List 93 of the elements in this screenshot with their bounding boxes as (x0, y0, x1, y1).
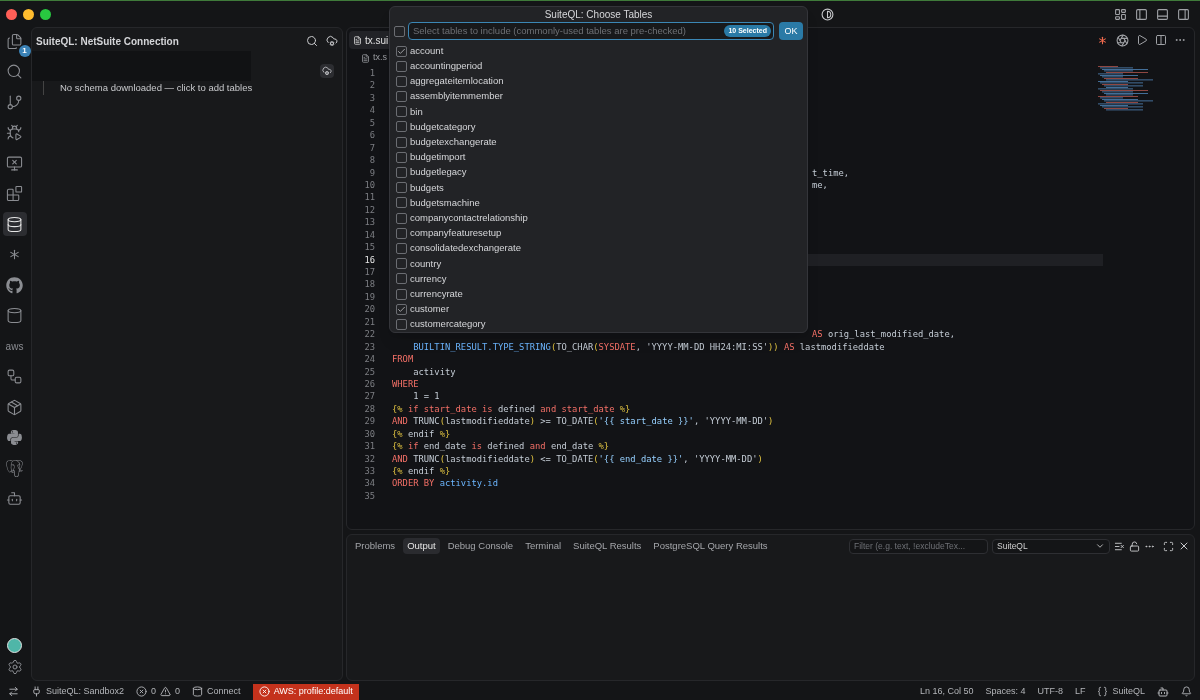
line-number: 9 (368, 166, 375, 179)
status-item[interactable]: Spaces: 4 (985, 684, 1026, 699)
line-number: 21 (363, 315, 375, 329)
line-number: 35 (363, 489, 375, 503)
problems-status[interactable]: 0 0 (136, 684, 181, 699)
line-number: 7 (368, 141, 375, 155)
dialog-title: SuiteQL: Choose Tables (544, 8, 653, 23)
code-line: 1 = 1 (412, 390, 440, 403)
code-line: activity (412, 365, 456, 378)
status-item[interactable]: LF (1074, 684, 1086, 699)
aws-button[interactable]: aws (2, 334, 27, 358)
panel-tab[interactable]: Terminal (521, 538, 566, 554)
aws-profile-status[interactable]: AWS: profile:default (252, 683, 359, 700)
status-item[interactable]: UTF-8 (1037, 684, 1063, 699)
sidebar-title: SuiteQL: NetSuite Connection (36, 34, 180, 49)
code-line: AND TRUNC(lastmodifieddate) <= TO_DATE('{{ end_date }}', 'YYYY-MM-DD') (392, 452, 763, 465)
table-name[interactable]: customercategory (410, 317, 486, 332)
table-name[interactable]: assemblyitemmember (410, 89, 503, 104)
table-name[interactable]: accountingperiod (410, 59, 483, 74)
line-number: 17 (363, 266, 375, 279)
code-line: BUILTIN_RESULT.TYPE_STRING(TO_CHAR(SYSDATE, 'YYYY-MM-DD HH24:MI:SS')) AS lastmodifieddate (412, 340, 885, 354)
line-number: 31 (363, 440, 375, 453)
line-number: 34 (363, 477, 375, 490)
line-number: 2 (368, 79, 375, 92)
code-line: {% endif %} (392, 427, 451, 441)
line-number: 3 (368, 91, 375, 105)
code-line: FROM (392, 353, 414, 366)
line-number: 23 (363, 340, 375, 354)
line-number: 20 (363, 303, 375, 316)
line-number: 16 (363, 253, 375, 266)
code-line: ORDER BY activity.id (392, 477, 498, 490)
line-number: 26 (363, 377, 375, 391)
status-item[interactable]: Ln 16, Col 50 (919, 684, 974, 699)
connection-status[interactable]: SuiteQL: Sandbox2 (31, 684, 125, 699)
badge: 1 (18, 45, 31, 57)
line-number: 30 (363, 427, 375, 441)
line-number: 4 (368, 104, 375, 117)
panel-tab[interactable]: SuiteQL Results (569, 538, 646, 554)
table-name[interactable]: budgetimport (410, 150, 466, 165)
line-number: 33 (363, 465, 375, 478)
code-line: {% endif %} (392, 465, 451, 478)
code-line: {% if end_date is defined and end_date %} (392, 440, 610, 453)
table-name[interactable]: companycontactrelationship (410, 210, 528, 226)
table-name[interactable]: currencyrate (410, 286, 463, 302)
line-number: 13 (363, 216, 375, 229)
code-line: WHERE (392, 377, 419, 391)
panel-tab[interactable]: Debug Console (443, 538, 518, 554)
connect-status[interactable]: Connect (192, 684, 241, 699)
table-name[interactable]: budgetcategory (410, 119, 476, 135)
table-name[interactable]: account (410, 43, 444, 59)
line-number: 19 (363, 290, 375, 304)
line-number: 10 (363, 178, 375, 192)
table-name[interactable]: country (410, 256, 442, 271)
panel-tab[interactable]: Problems (351, 538, 400, 554)
panel-tab[interactable]: Output (403, 538, 440, 554)
language-status[interactable]: SuiteQL (1097, 684, 1145, 699)
table-name[interactable]: consolidatedexchangerate (410, 241, 521, 256)
table-name[interactable]: budgetlegacy (410, 165, 467, 180)
ok-button[interactable]: OK (779, 22, 803, 41)
line-number: 6 (368, 129, 375, 142)
line-number: 11 (363, 191, 375, 204)
code-line: {% if start_date is defined and start_date %} (392, 402, 631, 416)
line-number: 15 (363, 241, 375, 254)
line-number: 5 (368, 116, 375, 130)
table-name[interactable]: budgets (410, 180, 444, 195)
table-name[interactable]: bin (410, 104, 423, 119)
tree-message[interactable]: No schema downloaded — click to add tables (60, 80, 253, 96)
breadcrumb[interactable]: tx.s (373, 51, 387, 65)
line-number: 14 (363, 228, 375, 242)
line-number: 32 (363, 452, 375, 465)
table-name[interactable]: currency (410, 271, 447, 286)
table-name[interactable]: budgetsmachine (410, 195, 480, 211)
line-number: 25 (363, 365, 375, 378)
line-number: 22 (363, 328, 375, 341)
code-line: AND TRUNC(lastmodifieddate) >= TO_DATE('{{ start_date }}', 'YYYY-MM-DD') (392, 415, 774, 428)
panel-tab[interactable]: PostgreSQL Query Results (649, 538, 772, 554)
line-number: 12 (363, 203, 375, 217)
table-name[interactable]: companyfeaturesetup (410, 226, 502, 241)
line-number: 8 (368, 154, 375, 167)
line-number: 18 (363, 278, 375, 291)
table-name[interactable]: aggregateitemlocation (410, 74, 504, 89)
line-number: 1 (368, 67, 375, 80)
code-fragment: AS orig_last_modified_date, (812, 328, 955, 341)
line-number: 24 (363, 353, 375, 366)
line-number: 27 (363, 390, 375, 403)
table-name[interactable]: customer (410, 302, 450, 317)
code-fragment: t_time, (812, 166, 850, 179)
code-fragment: me, (812, 178, 828, 192)
channel-dropdown[interactable]: SuiteQL (992, 538, 1110, 554)
line-number: 29 (363, 415, 375, 428)
table-name[interactable]: budgetexchangerate (410, 135, 497, 150)
filter-field[interactable]: Filter (e.g. text, !excludeTex... (849, 538, 988, 554)
line-number: 28 (363, 402, 375, 416)
